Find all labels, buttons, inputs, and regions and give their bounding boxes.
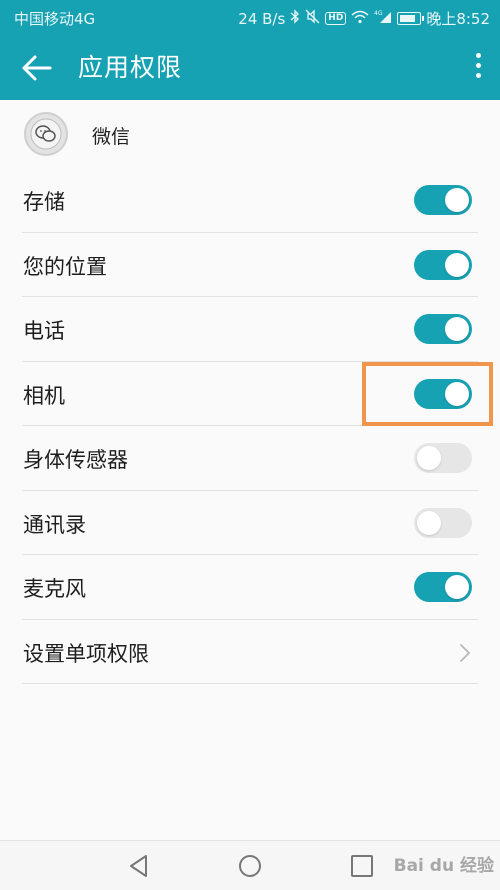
nav-home-button[interactable] [237,853,263,879]
mute-icon [305,9,320,28]
permission-label: 通讯录 [23,512,86,537]
permission-label: 电话 [23,319,65,343]
battery-level [400,15,416,22]
permission-row-location[interactable]: 您的位置 [0,233,500,298]
page-title: 应用权限 [78,53,183,82]
permission-toggle[interactable] [414,443,472,473]
bluetooth-icon [290,9,300,28]
more-dot-icon [475,53,481,58]
permission-toggle[interactable] [414,507,472,538]
back-button[interactable] [20,52,54,84]
circle-home-icon [239,855,261,877]
toggle-knob [445,575,469,599]
single-permission-label: 设置单项权限 [23,641,149,666]
toggle-knob [445,252,469,277]
toggle-knob [417,510,441,535]
nav-back-button[interactable] [126,853,152,879]
camera-toggle-highlight [362,362,493,426]
baidu-watermark: Bai du 经验 [393,856,494,876]
clock: 晚上8:52 [426,10,490,28]
battery-icon [397,12,425,25]
single-permission-settings-row[interactable]: 设置单项权限 [0,620,500,685]
network-speed: 24 B/s [238,9,286,28]
more-options-button[interactable] [474,53,482,83]
permission-label: 相机 [23,383,65,408]
carrier-label: 中国移动4G [14,10,96,28]
permission-toggle[interactable] [414,572,472,602]
wifi-icon [351,10,369,28]
toggle-knob [445,317,469,341]
permission-label: 身体传感器 [23,448,128,472]
permission-toggle[interactable] [414,185,472,215]
triangle-back-icon [130,855,147,877]
hd-badge: HD [325,12,347,25]
permission-row-phone[interactable]: 电话 [0,297,500,362]
more-dot-icon [475,73,481,78]
permission-row-storage[interactable]: 存储 [0,168,500,233]
permission-row-body-sensors[interactable]: 身体传感器 [0,426,500,491]
app-info-row: 微信 [0,100,500,168]
navigation-bar: Bai du 经验 [0,840,500,890]
app-bar: 应用权限 [0,35,500,100]
permission-row-microphone[interactable]: 麦克风 [0,555,500,620]
more-dot-icon [475,63,481,68]
permission-row-contacts[interactable]: 通讯录 [0,491,500,556]
chevron-right-icon [460,643,471,662]
status-bar: 中国移动4G 24 B/s HD 4G 晚上8:52 [0,0,500,35]
back-arrow-icon [22,55,52,81]
toggle-knob [417,446,441,470]
permission-toggle[interactable] [414,249,472,280]
svg-text:4G: 4G [374,10,383,17]
permission-list: 存储 您的位置 电话 相机 身体传感器 通讯录 麦克风 设置单项权限 [0,168,500,684]
status-icons: 24 B/s HD 4G 晚上8:52 [238,8,490,29]
app-name: 微信 [92,126,131,148]
wechat-app-icon [24,112,68,156]
permission-label: 存储 [23,190,65,214]
permission-toggle[interactable] [414,314,472,344]
toggle-knob [445,188,469,212]
signal-icon: 4G [374,9,392,28]
square-recents-icon [351,855,373,877]
nav-recents-button[interactable] [349,853,375,879]
permission-label: 您的位置 [23,254,107,279]
permission-label: 麦克风 [23,577,86,601]
